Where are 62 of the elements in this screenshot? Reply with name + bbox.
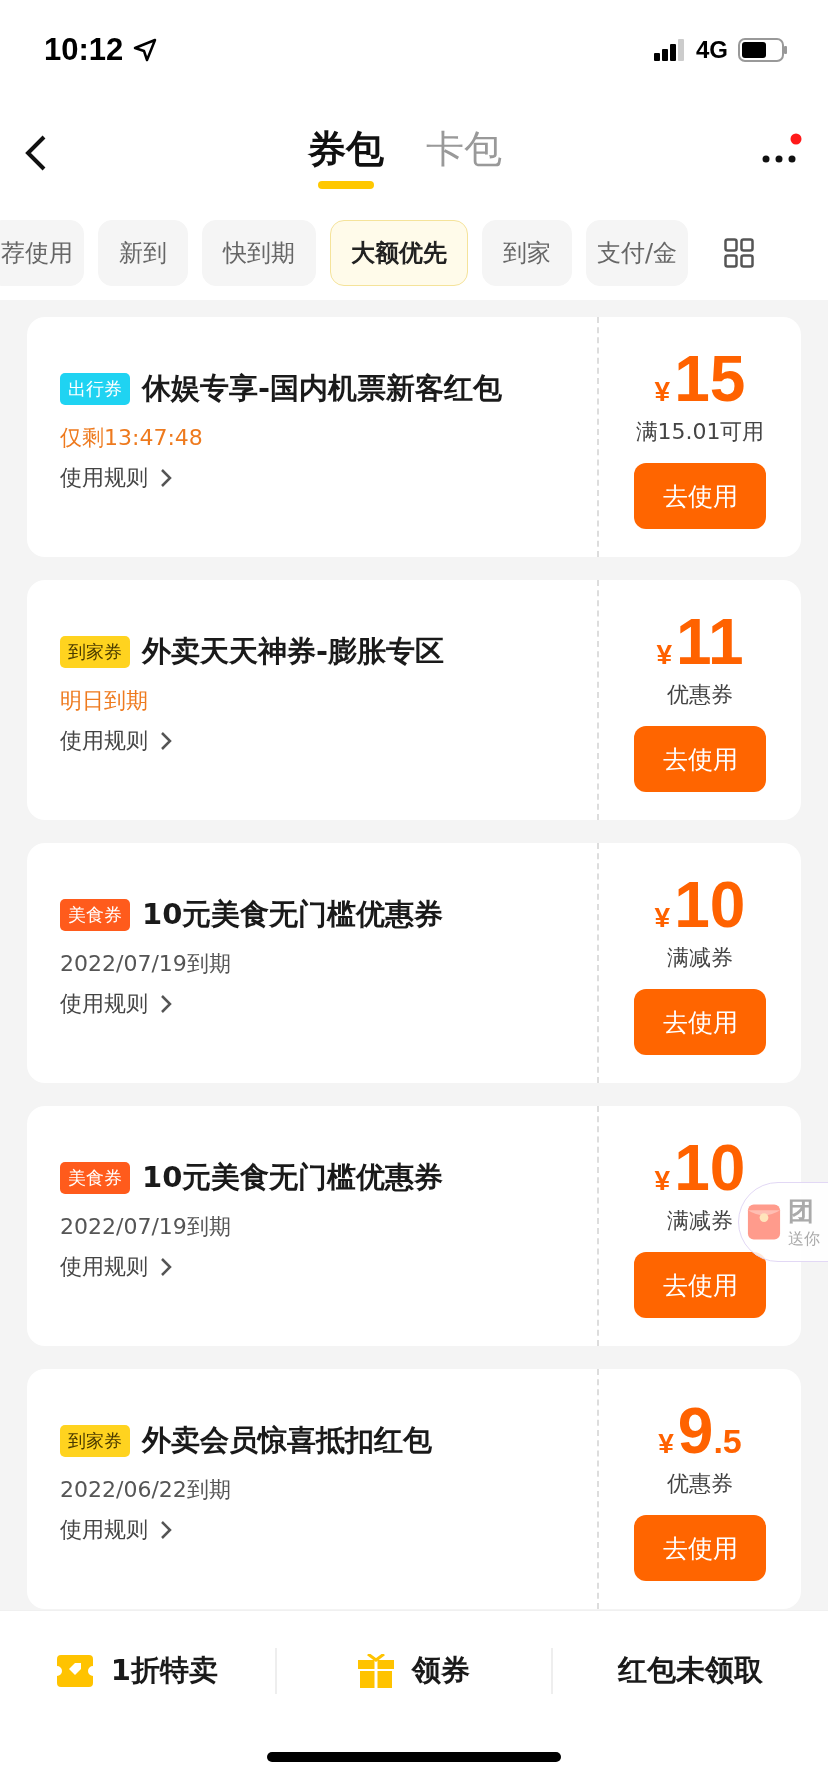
filter-chip[interactable]: 快到期 <box>202 219 316 286</box>
coupon-amount: ¥10 <box>654 873 746 937</box>
use-button[interactable]: 去使用 <box>634 1515 766 1581</box>
use-button[interactable]: 去使用 <box>634 989 766 1055</box>
coupon-tag: 美食券 <box>60 899 130 931</box>
rules-link[interactable]: 使用规则 <box>60 1515 148 1545</box>
chevron-right-icon <box>160 1257 172 1277</box>
coupon-title: 外卖会员惊喜抵扣红包 <box>142 1422 432 1459</box>
rules-link[interactable]: 使用规则 <box>60 726 148 756</box>
use-button[interactable]: 去使用 <box>634 463 766 529</box>
rules-link[interactable]: 使用规则 <box>60 1252 148 1282</box>
coupon-tag: 到家券 <box>60 636 130 668</box>
coupon-amount: ¥9.5 <box>658 1399 742 1463</box>
expiry-text: 明日到期 <box>60 687 149 715</box>
coupon-title: 10元美食无门槛优惠券 <box>142 1159 444 1196</box>
bottom-link[interactable]: 红包未领取 <box>618 1650 764 1691</box>
network-label: 4G <box>696 36 728 64</box>
location-arrow-icon <box>133 38 158 62</box>
rules-link[interactable]: 使用规则 <box>60 463 148 493</box>
promo-title: 团 <box>788 1195 815 1228</box>
use-button[interactable]: 去使用 <box>634 726 766 792</box>
filter-chip[interactable]: 大额优先 <box>330 219 468 286</box>
coupon-tag: 美食券 <box>60 1162 130 1194</box>
expiry-text: 仅剩13:47:48 <box>60 424 204 452</box>
coupon-tag: 到家券 <box>60 1425 130 1457</box>
coupon-tag: 出行券 <box>60 373 130 405</box>
nav-tab[interactable]: 卡包 <box>426 116 502 189</box>
use-button[interactable]: 去使用 <box>634 1252 766 1318</box>
coupon-condition: 满减券 <box>667 944 733 972</box>
coupon-title: 外卖天天神券-膨胀专区 <box>142 633 445 670</box>
ticket-icon <box>56 1654 93 1687</box>
envelope-icon <box>745 1201 783 1243</box>
coupon-condition: 满15.01可用 <box>635 418 765 446</box>
coupon-title: 休娱专享-国内机票新客红包 <box>142 370 503 407</box>
expiry-text: 2022/07/19到期 <box>60 1213 232 1241</box>
bottom-link[interactable]: 领券 <box>412 1650 470 1691</box>
chevron-right-icon <box>160 994 172 1014</box>
signal-icon <box>654 39 686 61</box>
filter-chip[interactable]: 到家 <box>482 219 572 286</box>
chevron-right-icon <box>160 468 172 488</box>
rules-link[interactable]: 使用规则 <box>60 989 148 1019</box>
grid-icon[interactable] <box>724 237 755 268</box>
coupon-title: 10元美食无门槛优惠券 <box>142 896 444 933</box>
chevron-right-icon <box>160 731 172 751</box>
coupon-condition: 优惠券 <box>667 681 733 709</box>
coupon-amount: ¥15 <box>654 347 746 411</box>
promo-subtitle: 送你 <box>788 1229 820 1250</box>
bottom-link[interactable]: 1折特卖 <box>110 1650 218 1691</box>
chevron-right-icon <box>160 1520 172 1540</box>
expiry-text: 2022/07/19到期 <box>60 950 232 978</box>
nav-tab[interactable]: 券包 <box>308 116 384 189</box>
expiry-text: 2022/06/22到期 <box>60 1476 232 1504</box>
status-time: 10:12 <box>44 32 124 68</box>
battery-icon <box>738 38 788 62</box>
back-icon[interactable] <box>24 134 48 171</box>
coupon-condition: 优惠券 <box>667 1470 733 1498</box>
coupon-condition: 满减券 <box>667 1207 733 1235</box>
coupon-amount: ¥11 <box>656 610 744 674</box>
gift-icon <box>358 1653 394 1688</box>
filter-chip[interactable]: 荐使用 <box>0 219 84 286</box>
filter-chip[interactable]: 支付/金 <box>586 219 689 286</box>
filter-chip[interactable]: 新到 <box>98 219 188 286</box>
